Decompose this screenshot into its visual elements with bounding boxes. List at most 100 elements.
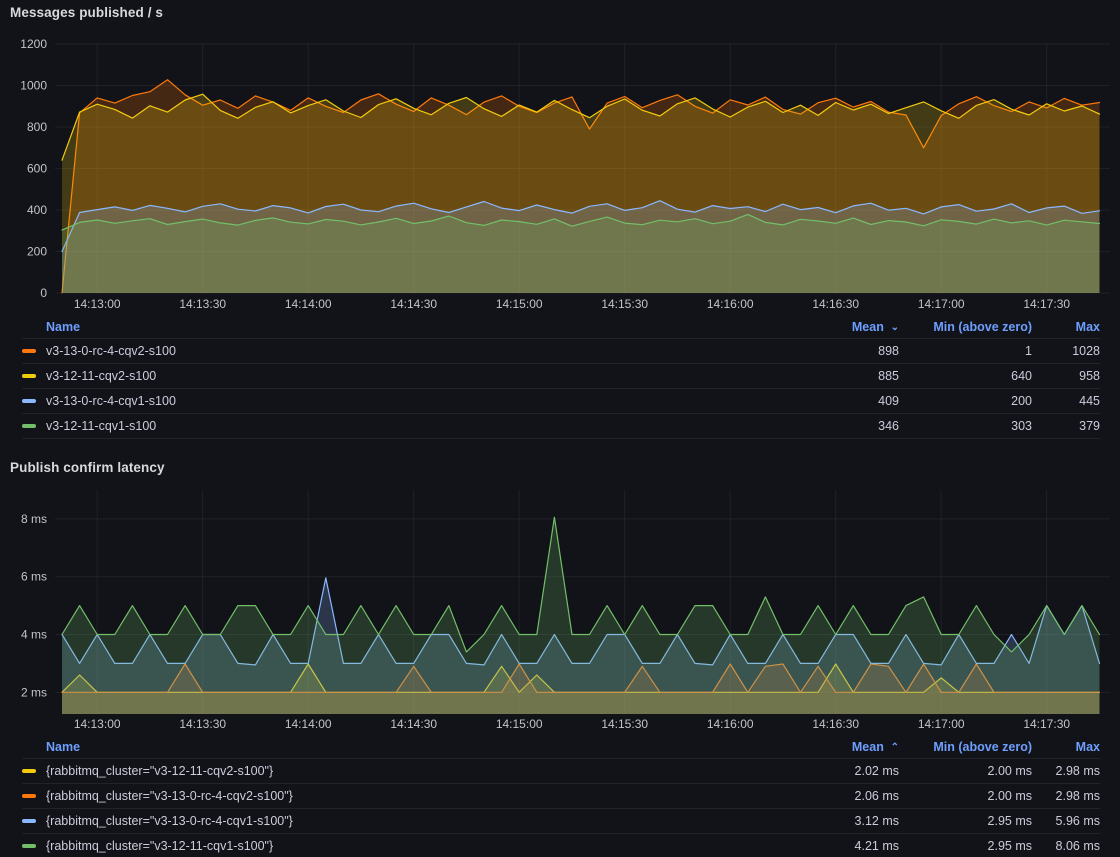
publish-confirm-latency-chart-canvas[interactable]: 2 ms4 ms6 ms8 ms14:13:0014:13:3014:14:00… (0, 480, 1120, 736)
legend-series-label: {rabbitmq_cluster="v3-12-11-cqv1-s100"} (46, 839, 273, 853)
legend-header-row: NameMean ⌄Min (above zero)Max (22, 315, 1100, 338)
svg-text:14:15:00: 14:15:00 (496, 717, 543, 731)
legend-series-label: v3-13-0-rc-4-cqv1-s100 (46, 394, 176, 408)
svg-text:1000: 1000 (20, 79, 47, 93)
panel-title-publish-confirm-latency[interactable]: Publish confirm latency (10, 460, 165, 475)
legend-series-name[interactable]: v3-12-11-cqv1-s100 (22, 419, 779, 433)
legend-max-value: 958 (1032, 369, 1100, 383)
legend-min-value: 2.95 ms (899, 814, 1032, 828)
series-color-swatch (22, 819, 36, 823)
legend-series-name[interactable]: v3-13-0-rc-4-cqv2-s100 (22, 344, 779, 358)
grafana-dashboard: Messages published / s 0 200 400 600 800 1000… (0, 0, 1120, 857)
svg-text:200: 200 (27, 245, 47, 259)
svg-text:14:17:30: 14:17:30 (1023, 717, 1070, 731)
legend-series-label: v3-13-0-rc-4-cqv2-s100 (46, 344, 176, 358)
series-color-swatch (22, 424, 36, 428)
svg-text:14:17:00: 14:17:00 (918, 717, 965, 731)
legend-series-label: {rabbitmq_cluster="v3-13-0-rc-4-cqv1-s10… (46, 814, 293, 828)
svg-text:14:13:00: 14:13:00 (74, 717, 121, 731)
svg-text:14:17:30: 14:17:30 (1023, 297, 1070, 311)
legend-row[interactable]: v3-13-0-rc-4-cqv2-s100 89811028 (22, 338, 1100, 363)
legend-header-max[interactable]: Max (1032, 740, 1100, 754)
legend-mean-value: 2.06 ms (779, 789, 899, 803)
legend-min-value: 200 (899, 394, 1032, 408)
svg-text:14:15:00: 14:15:00 (496, 297, 543, 311)
legend-row[interactable]: v3-12-11-cqv1-s100346303379 (22, 413, 1100, 439)
legend-row[interactable]: {rabbitmq_cluster="v3-13-0-rc-4-cqv2-s10… (22, 783, 1100, 808)
series-fill (62, 517, 1100, 714)
legend-max-value: 5.96 ms (1032, 814, 1100, 828)
publish-confirm-latency-legend: NameMean ⌃Min (above zero)Max{rabbitmq_c… (0, 735, 1120, 857)
sort-caret-icon: ⌄ (888, 322, 899, 333)
svg-text:14:15:30: 14:15:30 (601, 717, 648, 731)
svg-text:800: 800 (27, 120, 47, 134)
legend-row[interactable]: v3-13-0-rc-4-cqv1-s100 409200445 (22, 388, 1100, 413)
legend-min-value: 640 (899, 369, 1032, 383)
messages-published-chart-canvas[interactable]: 02004006008001000120014:13:0014:13:3014:… (0, 30, 1120, 318)
legend-series-name[interactable]: v3-13-0-rc-4-cqv1-s100 (22, 394, 779, 408)
legend-row[interactable]: {rabbitmq_cluster="v3-13-0-rc-4-cqv1-s10… (22, 808, 1100, 833)
series-color-swatch (22, 794, 36, 798)
svg-text:14:13:30: 14:13:30 (179, 297, 226, 311)
legend-mean-value: 409 (779, 394, 899, 408)
legend-row[interactable]: {rabbitmq_cluster="v3-12-11-cqv2-s100"} 2… (22, 758, 1100, 783)
svg-text:400: 400 (27, 203, 47, 217)
series-color-swatch (22, 844, 36, 848)
messages-published-legend: NameMean ⌄Min (above zero)Maxv3-13-0-rc-… (0, 315, 1120, 439)
legend-header-min[interactable]: Min (above zero) (899, 320, 1032, 334)
legend-min-value: 303 (899, 419, 1032, 433)
svg-text:8 ms: 8 ms (21, 512, 47, 526)
legend-series-name[interactable]: v3-12-11-cqv2-s100 (22, 369, 779, 383)
legend-header-min[interactable]: Min (above zero) (899, 740, 1032, 754)
series-color-swatch (22, 769, 36, 773)
svg-text:2 ms: 2 ms (21, 685, 47, 699)
legend-row[interactable]: {rabbitmq_cluster="v3-12-11-cqv1-s100"} 4… (22, 833, 1100, 857)
legend-series-label: {rabbitmq_cluster="v3-13-0-rc-4-cqv2-s10… (46, 789, 293, 803)
series-{rabbitmq_cluster="v3-12-11-cqv1-s100"} (62, 517, 1100, 714)
legend-max-value: 2.98 ms (1032, 764, 1100, 778)
svg-text:14:17:00: 14:17:00 (918, 297, 965, 311)
panel-title-messages-published[interactable]: Messages published / s (10, 5, 163, 20)
svg-text:14:13:30: 14:13:30 (179, 717, 226, 731)
legend-header-max[interactable]: Max (1032, 320, 1100, 334)
legend-header-row: NameMean ⌃Min (above zero)Max (22, 735, 1100, 758)
series-color-swatch (22, 349, 36, 353)
legend-header-mean[interactable]: Mean ⌄ (779, 320, 899, 334)
legend-min-value: 1 (899, 344, 1032, 358)
legend-max-value: 8.06 ms (1032, 839, 1100, 853)
svg-text:6 ms: 6 ms (21, 570, 47, 584)
svg-text:0: 0 (40, 286, 47, 300)
legend-mean-value: 898 (779, 344, 899, 358)
legend-min-value: 2.00 ms (899, 789, 1032, 803)
legend-series-name[interactable]: {rabbitmq_cluster="v3-13-0-rc-4-cqv2-s10… (22, 789, 779, 803)
legend-header-name[interactable]: Name (22, 320, 779, 334)
svg-text:14:16:00: 14:16:00 (707, 717, 754, 731)
legend-min-value: 2.00 ms (899, 764, 1032, 778)
svg-text:14:16:00: 14:16:00 (707, 297, 754, 311)
svg-text:14:16:30: 14:16:30 (812, 717, 859, 731)
legend-series-label: v3-12-11-cqv2-s100 (46, 369, 156, 383)
legend-mean-value: 3.12 ms (779, 814, 899, 828)
legend-max-value: 1028 (1032, 344, 1100, 358)
legend-mean-value: 346 (779, 419, 899, 433)
legend-mean-value: 885 (779, 369, 899, 383)
legend-row[interactable]: v3-12-11-cqv2-s100 885640958 (22, 363, 1100, 388)
series-color-swatch (22, 374, 36, 378)
legend-max-value: 379 (1032, 419, 1100, 433)
svg-text:14:14:30: 14:14:30 (390, 297, 437, 311)
legend-series-name[interactable]: {rabbitmq_cluster="v3-12-11-cqv2-s100"} (22, 764, 779, 778)
legend-mean-value: 2.02 ms (779, 764, 899, 778)
legend-mean-value: 4.21 ms (779, 839, 899, 853)
legend-series-name[interactable]: {rabbitmq_cluster="v3-13-0-rc-4-cqv1-s10… (22, 814, 779, 828)
legend-max-value: 2.98 ms (1032, 789, 1100, 803)
svg-text:600: 600 (27, 162, 47, 176)
legend-header-mean[interactable]: Mean ⌃ (779, 740, 899, 754)
legend-max-value: 445 (1032, 394, 1100, 408)
sort-caret-icon: ⌃ (888, 742, 899, 753)
svg-text:14:14:00: 14:14:00 (285, 297, 332, 311)
legend-series-label: {rabbitmq_cluster="v3-12-11-cqv2-s100"} (46, 764, 273, 778)
legend-header-name[interactable]: Name (22, 740, 779, 754)
legend-series-name[interactable]: {rabbitmq_cluster="v3-12-11-cqv1-s100"} (22, 839, 779, 853)
legend-min-value: 2.95 ms (899, 839, 1032, 853)
svg-text:4 ms: 4 ms (21, 628, 47, 642)
